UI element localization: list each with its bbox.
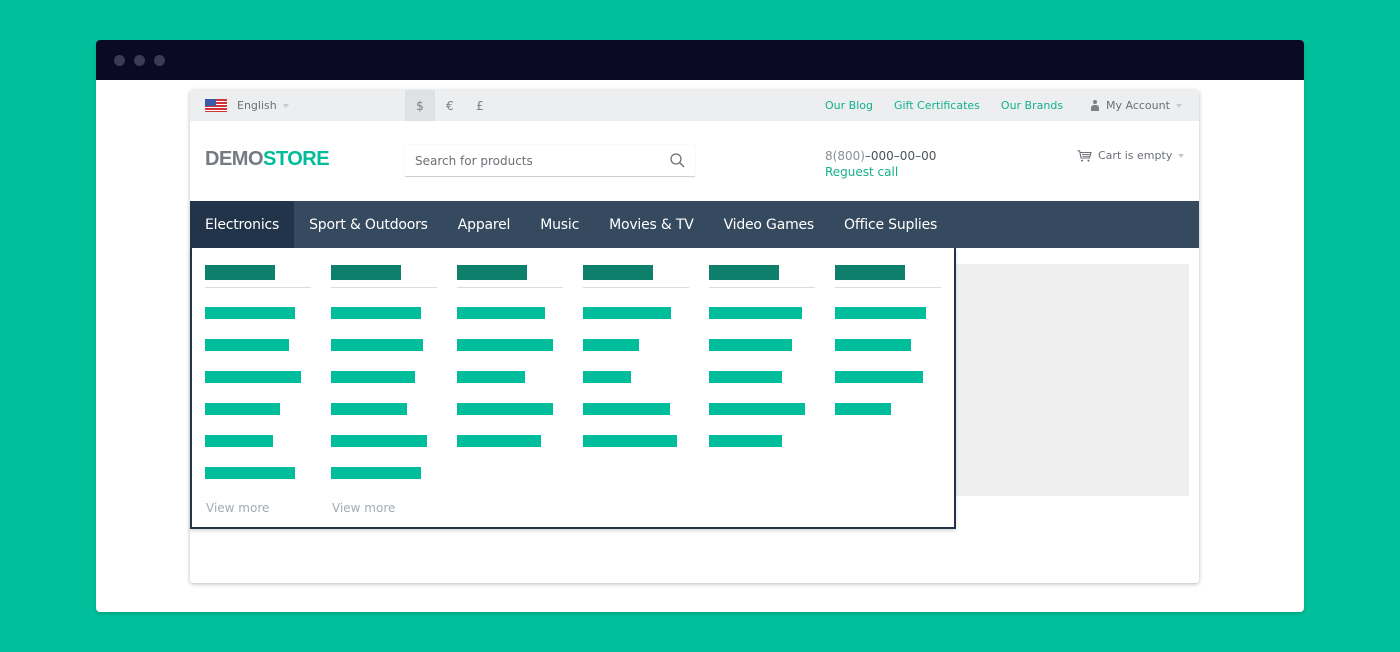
search-input[interactable]	[405, 153, 655, 168]
column-heading-placeholder[interactable]	[583, 265, 653, 280]
column-divider	[709, 287, 815, 288]
nav-item-electronics[interactable]: Electronics	[190, 201, 295, 248]
column-heading-placeholder[interactable]	[205, 265, 275, 280]
browser-titlebar	[96, 40, 1304, 80]
menu-link-placeholder[interactable]	[835, 307, 926, 319]
menu-link-placeholder[interactable]	[457, 403, 553, 415]
top-links: Our Blog Gift Certificates Our Brands	[825, 90, 1084, 121]
menu-link-placeholder[interactable]	[709, 339, 792, 351]
menu-link-placeholder[interactable]	[835, 371, 923, 383]
logo-store: STORE	[263, 148, 330, 170]
menu-link-placeholder[interactable]	[205, 403, 280, 415]
column-heading-placeholder[interactable]	[835, 265, 905, 280]
menu-link-placeholder[interactable]	[583, 339, 639, 351]
menu-link-placeholder[interactable]	[709, 403, 805, 415]
menu-link-placeholder[interactable]	[709, 307, 802, 319]
currency-eur[interactable]: €	[435, 90, 465, 121]
browser-window: English $ € £ Our Blog Gift Certificates…	[96, 40, 1304, 612]
search-icon[interactable]	[670, 153, 685, 168]
category-nav: Electronics Sport & Outdoors Apparel Mus…	[190, 201, 1199, 248]
menu-link-placeholder[interactable]	[709, 371, 782, 383]
our-brands-link[interactable]: Our Brands	[1001, 99, 1063, 112]
phone-digits: –000–00–00	[864, 149, 937, 163]
menu-link-placeholder[interactable]	[457, 435, 541, 447]
menu-link-placeholder[interactable]	[835, 339, 911, 351]
logo-demo: DEMO	[205, 148, 264, 170]
column-divider	[583, 287, 689, 288]
column-heading-placeholder[interactable]	[331, 265, 401, 280]
menu-link-placeholder[interactable]	[205, 435, 273, 447]
chevron-down-icon	[282, 103, 289, 108]
search-box	[405, 145, 695, 177]
menu-link-placeholder[interactable]	[457, 371, 525, 383]
menu-link-placeholder[interactable]	[205, 467, 295, 479]
phone-number: 8(800)–000–00–00	[825, 149, 936, 163]
window-minimize-button[interactable]	[134, 55, 145, 66]
currency-gbp[interactable]: £	[465, 90, 495, 121]
nav-item-sport-outdoors[interactable]: Sport & Outdoors	[294, 201, 443, 248]
chevron-down-icon	[1178, 153, 1185, 158]
menu-link-placeholder[interactable]	[331, 403, 407, 415]
request-call-link[interactable]: Reguest call	[825, 165, 898, 179]
menu-link-placeholder[interactable]	[331, 307, 421, 319]
user-icon	[1091, 100, 1099, 111]
our-blog-link[interactable]: Our Blog	[825, 99, 873, 112]
chevron-down-icon	[1175, 103, 1182, 108]
window-maximize-button[interactable]	[154, 55, 165, 66]
menu-link-placeholder[interactable]	[583, 435, 677, 447]
mega-menu-dropdown: View more View more	[190, 248, 956, 529]
language-selector[interactable]: English	[205, 90, 289, 121]
cart-label: Cart is empty	[1098, 149, 1173, 162]
column-divider	[835, 287, 941, 288]
currency-usd[interactable]: $	[405, 90, 435, 121]
top-bar: English $ € £ Our Blog Gift Certificates…	[190, 90, 1199, 121]
cart-button[interactable]: Cart is empty	[1077, 149, 1185, 162]
view-more-link[interactable]: View more	[332, 501, 395, 515]
menu-link-placeholder[interactable]	[331, 467, 421, 479]
us-flag-icon	[205, 99, 227, 112]
menu-link-placeholder[interactable]	[205, 307, 295, 319]
menu-link-placeholder[interactable]	[709, 435, 782, 447]
currency-selector: $ € £	[405, 90, 495, 121]
column-divider	[205, 287, 311, 288]
column-divider	[331, 287, 437, 288]
gift-certificates-link[interactable]: Gift Certificates	[894, 99, 980, 112]
store-page: English $ € £ Our Blog Gift Certificates…	[190, 90, 1199, 583]
menu-link-placeholder[interactable]	[205, 371, 301, 383]
column-divider	[457, 287, 563, 288]
menu-link-placeholder[interactable]	[331, 339, 423, 351]
menu-link-placeholder[interactable]	[457, 339, 553, 351]
nav-item-music[interactable]: Music	[525, 201, 594, 248]
menu-link-placeholder[interactable]	[583, 403, 670, 415]
banner-placeholder	[956, 264, 1189, 496]
cart-icon	[1077, 149, 1092, 162]
menu-link-placeholder[interactable]	[205, 339, 289, 351]
nav-item-apparel[interactable]: Apparel	[443, 201, 525, 248]
menu-link-placeholder[interactable]	[583, 307, 671, 319]
column-heading-placeholder[interactable]	[457, 265, 527, 280]
language-label: English	[237, 99, 277, 112]
column-heading-placeholder[interactable]	[709, 265, 779, 280]
menu-link-placeholder[interactable]	[331, 435, 427, 447]
menu-link-placeholder[interactable]	[835, 403, 891, 415]
menu-link-placeholder[interactable]	[457, 307, 545, 319]
my-account-menu[interactable]: My Account	[1091, 90, 1182, 121]
view-more-link[interactable]: View more	[206, 501, 269, 515]
nav-item-video-games[interactable]: Video Games	[709, 201, 829, 248]
my-account-label: My Account	[1106, 99, 1170, 112]
phone-code: 8(800)	[825, 149, 865, 163]
window-close-button[interactable]	[114, 55, 125, 66]
nav-item-office-supplies[interactable]: Office Suplies	[829, 201, 952, 248]
menu-link-placeholder[interactable]	[583, 371, 631, 383]
nav-item-movies-tv[interactable]: Movies & TV	[594, 201, 708, 248]
menu-link-placeholder[interactable]	[331, 371, 415, 383]
store-logo[interactable]: DEMOSTORE	[205, 148, 330, 171]
